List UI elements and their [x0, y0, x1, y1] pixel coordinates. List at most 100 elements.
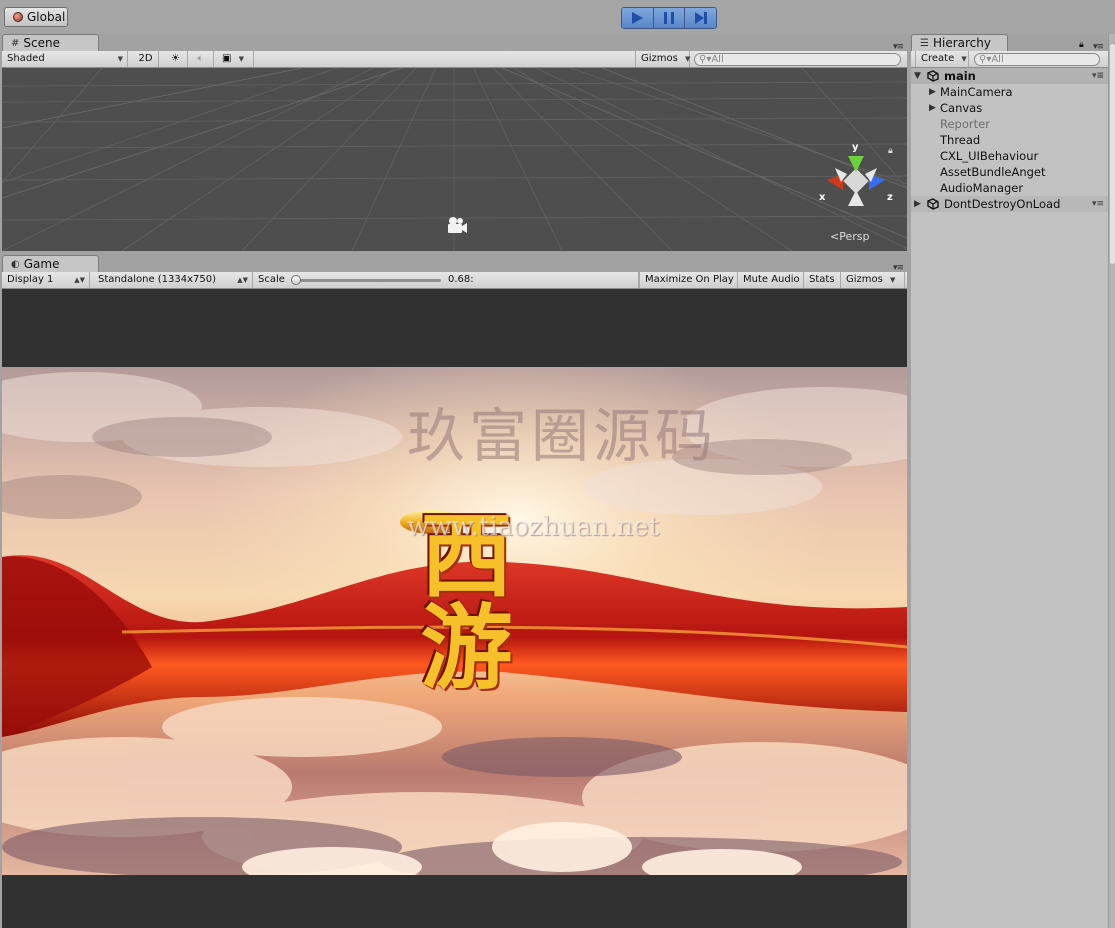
main-toolbar: Global [0, 0, 1115, 34]
chevron-down-icon: ▼ [961, 55, 967, 63]
create-dropdown[interactable]: Create ▼ [915, 51, 969, 67]
scene-panel-menu-icon[interactable]: ▾≡ [893, 43, 905, 52]
item-label: CXL_UIBehaviour [940, 149, 1039, 163]
step-button[interactable] [685, 8, 716, 28]
display-value: Display 1 [7, 274, 54, 285]
pause-icon [664, 12, 674, 24]
scene-toolbar: Shaded ▼ 2D ☀ 🔈︎ ▣ ▼ Gizmos ▼ ⚲▾All [2, 51, 907, 68]
hierarchy-toolbar: Create ▼ ⚲▾All [911, 51, 1108, 68]
scene-menu-icon[interactable]: ▾≡ [1092, 196, 1104, 212]
gizmos-label: Gizmos [641, 53, 678, 64]
gizmo-y-label: y [852, 142, 859, 153]
hierarchy-search-input[interactable]: ⚲▾All [974, 53, 1100, 66]
scale-label: Scale [258, 274, 285, 285]
tab-game[interactable]: ◐ Game [2, 255, 99, 272]
item-label: Reporter [940, 117, 990, 131]
sun-icon: ☀ [171, 53, 180, 64]
scene-lighting-toggle[interactable]: ☀ [164, 51, 188, 67]
scene-search-input[interactable]: ⚲▾All [694, 53, 901, 66]
search-placeholder: All [711, 54, 724, 65]
mute-audio-toggle[interactable]: Mute Audio [738, 272, 804, 288]
game-splash-image: 西游 玖富圈源码 www.tiaozhuan.net [2, 367, 907, 875]
item-label: Canvas [940, 101, 983, 115]
hierarchy-item-audiomanager[interactable]: AudioManager [911, 180, 1108, 196]
search-placeholder: All [991, 54, 1004, 65]
game-gizmos-dropdown[interactable]: Gizmos ▼ [841, 272, 905, 288]
scene-tab-label: Scene [23, 36, 60, 50]
scene-row-main[interactable]: ▼ main ▾≡ [911, 68, 1108, 84]
list-icon: ☰ [920, 37, 929, 49]
lock-icon[interactable]: 🔒︎ [1079, 40, 1084, 50]
projection-toggle[interactable]: <Persp [830, 230, 869, 243]
hierarchy-panel-menu-icon[interactable]: ▾≡ [1093, 43, 1105, 52]
2d-mode-toggle[interactable]: 2D [133, 51, 159, 67]
scene-viewport[interactable]: 🔒︎ y x z <Persp [2, 68, 907, 251]
search-icon: ⚲▾ [699, 54, 712, 65]
hierarchy-item-assetbundleanget[interactable]: AssetBundleAnget [911, 164, 1108, 180]
scale-slider[interactable] [295, 279, 441, 282]
fold-right-icon[interactable]: ▶ [929, 84, 936, 100]
camera-gizmo-icon[interactable] [444, 216, 468, 236]
pacman-icon: ◐ [11, 258, 20, 270]
scale-control: Scale 0.68: [253, 272, 639, 288]
gizmo-z-label: z [887, 192, 893, 203]
chevron-down-icon: ▼ [890, 276, 896, 284]
stats-toggle[interactable]: Stats [804, 272, 841, 288]
scene-gizmos-dropdown[interactable]: Gizmos ▼ [635, 51, 690, 67]
scene-row-dontdestroyonload[interactable]: ▶ DontDestroyOnLoad ▾≡ [911, 196, 1108, 212]
display-dropdown[interactable]: Display 1 ▲▼ [2, 272, 90, 288]
play-icon [632, 12, 644, 24]
hierarchy-scrollbar[interactable] [1108, 34, 1115, 928]
hierarchy-item-canvas[interactable]: ▶ Canvas [911, 100, 1108, 116]
hierarchy-tree: ▼ main ▾≡ ▶ MainCamera ▶ Canvas Reporter… [911, 68, 1108, 928]
item-label: Thread [940, 133, 981, 147]
maximize-on-play-label: Maximize On Play [645, 274, 734, 285]
play-controls [621, 7, 717, 29]
hierarchy-item-thread[interactable]: Thread [911, 132, 1108, 148]
chevron-down-icon: ▲▼ [74, 276, 85, 284]
fold-down-icon[interactable]: ▼ [914, 68, 921, 84]
speaker-icon: 🔈︎ [197, 53, 204, 64]
item-label: AudioManager [940, 181, 1024, 195]
game-tab-label: Game [23, 257, 60, 271]
gizmo-x-label: x [819, 192, 826, 203]
stats-label: Stats [809, 274, 835, 285]
gizmos-label: Gizmos [846, 274, 883, 285]
pause-button[interactable] [653, 8, 686, 28]
step-icon [694, 12, 707, 24]
hierarchy-item-maincamera[interactable]: ▶ MainCamera [911, 84, 1108, 100]
scene-effects-dropdown[interactable]: ▣ ▼ [217, 51, 254, 67]
play-button[interactable] [622, 8, 654, 28]
item-label: AssetBundleAnget [940, 165, 1046, 179]
game-viewport[interactable]: 西游 玖富圈源码 www.tiaozhuan.net [2, 289, 907, 928]
shading-mode-dropdown[interactable]: Shaded ▼ [2, 51, 128, 67]
watermark-url: www.tiaozhuan.net [407, 512, 660, 542]
resolution-dropdown[interactable]: Standalone (1334x750) ▲▼ [93, 272, 253, 288]
resolution-value: Standalone (1334x750) [98, 274, 217, 285]
unity-scene-icon [927, 198, 939, 210]
item-label: MainCamera [940, 85, 1013, 99]
tab-scene[interactable]: # Scene [2, 34, 99, 51]
scale-slider-handle[interactable] [291, 275, 301, 285]
chevron-down-icon: ▼ [685, 55, 691, 63]
pivot-rotation-toggle[interactable]: Global [4, 7, 68, 27]
game-panel-menu-icon[interactable]: ▾≡ [893, 264, 905, 273]
scene-menu-icon[interactable]: ▾≡ [1092, 68, 1104, 84]
hierarchy-item-cxl-uibehaviour[interactable]: CXL_UIBehaviour [911, 148, 1108, 164]
hierarchy-item-reporter[interactable]: Reporter [911, 116, 1108, 132]
global-label: Global [27, 10, 66, 24]
persp-icon: < [830, 230, 840, 243]
fold-right-icon[interactable]: ▶ [914, 196, 921, 212]
persp-label-text: Persp [839, 230, 870, 243]
maximize-on-play-toggle[interactable]: Maximize On Play [639, 272, 738, 288]
fold-right-icon[interactable]: ▶ [929, 100, 936, 116]
unity-scene-icon [927, 70, 939, 82]
shading-mode-value: Shaded [7, 53, 45, 64]
scene-name-main: main [944, 69, 976, 83]
scene-audio-toggle[interactable]: 🔈︎ [188, 51, 214, 67]
mute-audio-label: Mute Audio [743, 274, 800, 285]
orientation-gizmo[interactable]: y x z [817, 140, 897, 218]
scrollbar-thumb[interactable] [1110, 44, 1115, 264]
grid-icon: # [11, 37, 20, 49]
tab-hierarchy[interactable]: ☰ Hierarchy [911, 34, 1008, 51]
